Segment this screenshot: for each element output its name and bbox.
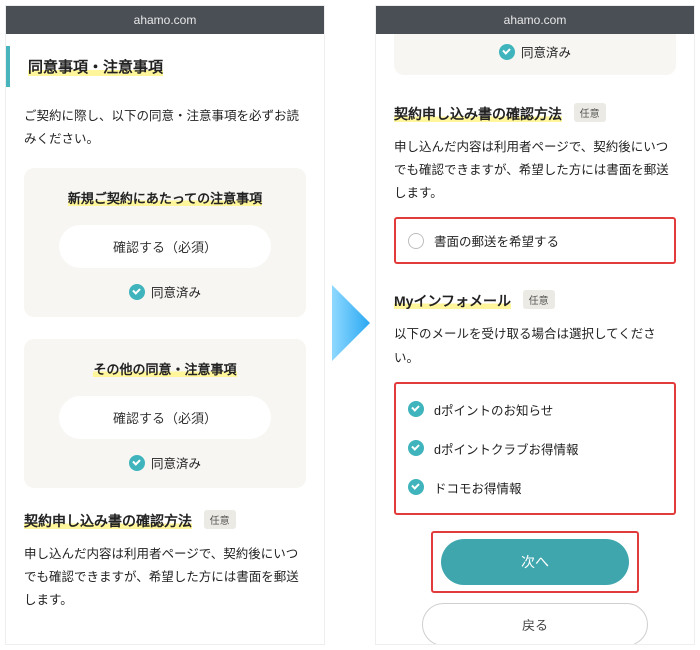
section-heading-row: Myインフォメール 任意	[394, 290, 676, 311]
check-icon	[408, 440, 424, 456]
section-heading-row: 契約申し込み書の確認方法 任意	[24, 510, 306, 531]
address-bar: ahamo.com	[6, 6, 324, 34]
section-body: 申し込んだ内容は利用者ページで、契約後にいつでも確認できますが、希望した方には書…	[394, 136, 676, 205]
next-button[interactable]: 次へ	[441, 539, 630, 585]
check-icon	[499, 44, 515, 60]
status-label: 同意済み	[521, 42, 571, 61]
page-title-wrap: 同意事項・注意事項	[6, 46, 306, 87]
check-icon	[129, 284, 145, 300]
arrow-icon	[332, 285, 370, 361]
section-body: 以下のメールを受け取る場合は選択してください。	[394, 323, 676, 369]
status-row: 同意済み	[394, 42, 676, 61]
phone-screen-right: ahamo.com 同意済み 契約申し込み書の確認方法 任意 申し込んだ内容は利…	[375, 5, 695, 645]
highlight-box-next: 次へ	[431, 531, 640, 593]
content-left: 同意事項・注意事項 ご契約に際し、以下の同意・注意事項を必ずお読みください。 新…	[6, 46, 324, 642]
status-label: 同意済み	[151, 282, 201, 301]
radio-option-mail[interactable]: 書面の郵送を希望する	[398, 221, 672, 260]
back-button[interactable]: 戻る	[422, 603, 648, 645]
option-label: ドコモお得情報	[434, 478, 522, 497]
status-row: 同意済み	[40, 282, 290, 301]
status-row: 同意済み	[40, 453, 290, 472]
radio-icon	[408, 233, 424, 249]
card-heading: その他の同意・注意事項	[93, 362, 236, 377]
checkbox-option-dpoint-club[interactable]: dポイントクラブお得情報	[402, 429, 668, 468]
card-heading: 新規ご契約にあたっての注意事項	[68, 191, 262, 206]
section-body: 申し込んだ内容は利用者ページで、契約後にいつでも確認できますが、希望した方には書…	[24, 543, 306, 612]
option-label: 書面の郵送を希望する	[434, 231, 559, 250]
section-heading: Myインフォメール	[394, 293, 511, 309]
section-heading-row: 契約申し込み書の確認方法 任意	[394, 103, 676, 124]
optional-badge: 任意	[204, 510, 236, 529]
checkbox-option-dpoint-news[interactable]: dポイントのお知らせ	[402, 390, 668, 429]
notice-card-other: その他の同意・注意事項 確認する（必須） 同意済み	[24, 339, 306, 488]
content-right: 同意済み 契約申し込み書の確認方法 任意 申し込んだ内容は利用者ページで、契約後…	[376, 34, 694, 645]
optional-badge: 任意	[574, 103, 606, 122]
check-icon	[129, 455, 145, 471]
page-title: 同意事項・注意事項	[28, 59, 163, 76]
status-label: 同意済み	[151, 453, 201, 472]
confirm-button[interactable]: 確認する（必須）	[59, 396, 272, 439]
notice-card-new-contract: 新規ご契約にあたっての注意事項 確認する（必須） 同意済み	[24, 168, 306, 317]
check-icon	[408, 401, 424, 417]
address-bar: ahamo.com	[376, 6, 694, 34]
checkbox-option-docomo-deals[interactable]: ドコモお得情報	[402, 468, 668, 507]
optional-badge: 任意	[523, 290, 555, 309]
lead-text: ご契約に際し、以下の同意・注意事項を必ずお読みください。	[24, 105, 306, 150]
check-icon	[408, 479, 424, 495]
section-heading: 契約申し込み書の確認方法	[394, 106, 562, 122]
phone-screen-left: ahamo.com 同意事項・注意事項 ご契約に際し、以下の同意・注意事項を必ず…	[5, 5, 325, 645]
confirm-button[interactable]: 確認する（必須）	[59, 225, 272, 268]
highlight-box-mail-option: 書面の郵送を希望する	[394, 217, 676, 264]
highlight-box-infomail: dポイントのお知らせ dポイントクラブお得情報 ドコモお得情報	[394, 382, 676, 515]
section-heading: 契約申し込み書の確認方法	[24, 513, 192, 529]
option-label: dポイントクラブお得情報	[434, 439, 578, 458]
option-label: dポイントのお知らせ	[434, 400, 553, 419]
partial-card-bottom: 同意済み	[394, 34, 676, 75]
